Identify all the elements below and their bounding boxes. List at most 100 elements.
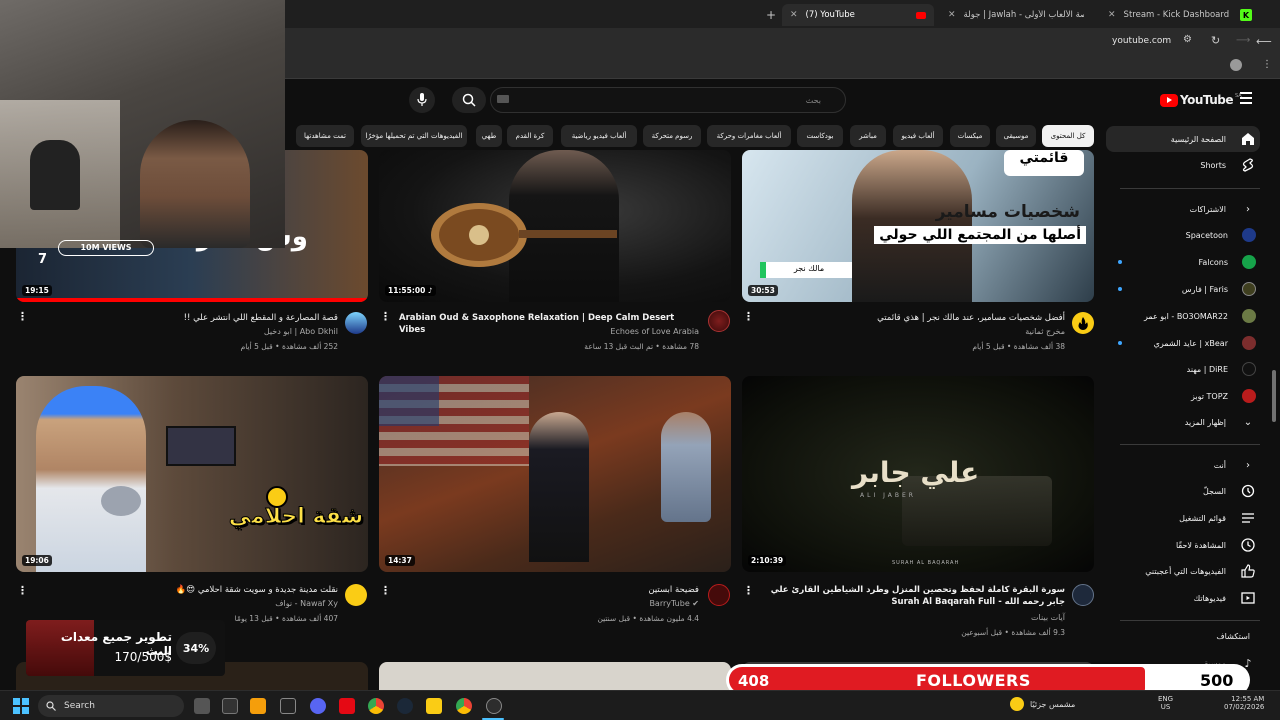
sidebar-item-playlists[interactable]: قوائم التشغيل: [1112, 505, 1256, 531]
keyboard-icon[interactable]: [497, 95, 509, 103]
video-thumbnail[interactable]: [379, 662, 731, 690]
epic-games-icon[interactable]: [280, 698, 296, 714]
search-input[interactable]: بحث: [490, 87, 846, 113]
file-explorer-icon[interactable]: [426, 698, 442, 714]
tab-kick-dashboard[interactable]: ✕ Stream - Kick Dashboard K: [1100, 4, 1260, 26]
channel-name[interactable]: ابو دخيل | Abo Dkhil: [36, 327, 338, 336]
app-icon[interactable]: [250, 698, 266, 714]
more-options-icon[interactable]: ⋮: [743, 584, 754, 597]
sidebar-sub-topz[interactable]: توبز TOPZ: [1112, 383, 1256, 409]
chip-podcasts[interactable]: بودكاست: [797, 125, 843, 147]
task-view-icon[interactable]: [194, 698, 210, 714]
channel-name[interactable]: آيات بينات: [760, 613, 1065, 622]
channel-avatar[interactable]: [1072, 584, 1094, 606]
globe-icon[interactable]: [1230, 59, 1242, 71]
channel-name[interactable]: نواف - Nawaf Xy: [36, 599, 338, 608]
tab-jawlah[interactable]: ✕ جولة | Jawlah - منصة الألعاب الأولى: [940, 4, 1095, 26]
forward-arrow-icon[interactable]: ⟶: [1236, 35, 1250, 46]
sidebar-sub-dire[interactable]: مهند | DiRE: [1112, 356, 1256, 382]
sidebar-sub-bo3omar[interactable]: ابو عمر - BO3OMAR22: [1112, 303, 1256, 329]
chip-live[interactable]: مباشر: [850, 125, 886, 147]
sidebar-sub-falcons[interactable]: Falcons: [1112, 249, 1256, 275]
chip-cooking[interactable]: طهي: [476, 125, 502, 147]
steam-icon[interactable]: [397, 698, 413, 714]
channel-avatar[interactable]: [345, 312, 367, 334]
channel-name[interactable]: Echoes of Love Arabia: [399, 327, 699, 336]
sidebar-item-home[interactable]: الصفحة الرئيسية: [1106, 126, 1260, 152]
netflix-icon[interactable]: [339, 698, 355, 714]
more-options-icon[interactable]: ⋮: [380, 584, 391, 597]
sidebar-sub-xbear[interactable]: عايد الشمري | xBear: [1112, 330, 1256, 356]
more-options-icon[interactable]: ⋮: [380, 310, 391, 323]
search-icon: [462, 93, 476, 107]
sidebar-sub-spacetoon[interactable]: Spacetoon: [1112, 222, 1256, 248]
search-button[interactable]: [452, 87, 486, 113]
show-more-button[interactable]: إظهار المزيد ⌄: [1112, 409, 1256, 435]
youtube-logo[interactable]: YouTube SA: [1160, 93, 1242, 107]
sidebar-item-watch-later[interactable]: المشاهدة لاحقًا: [1112, 532, 1256, 558]
close-tab-icon[interactable]: ✕: [1108, 10, 1116, 20]
subscriptions-header[interactable]: الاشتراكات ›: [1112, 196, 1256, 222]
video-title[interactable]: أفضل شخصيات مسامير، عند مالك نجر | هذي ق…: [760, 312, 1065, 324]
sidebar-item-your-videos[interactable]: فيديوهاتك: [1112, 585, 1256, 611]
sidebar-sub-faris[interactable]: فارس | Faris: [1112, 276, 1256, 302]
taskbar-search[interactable]: Search: [38, 695, 184, 717]
chrome-icon[interactable]: [456, 698, 472, 714]
more-options-icon[interactable]: ⋮: [17, 310, 28, 323]
video-title[interactable]: سورة البقرة كاملة لحفظ وتحصين المنزل وطر…: [760, 584, 1065, 608]
avatar: [1242, 282, 1256, 296]
video-title[interactable]: قصة المصارعة و المقطع اللي انتشر علي !!: [36, 312, 338, 324]
video-title[interactable]: نقلت مدينة جديدة و سويت شقة احلامي 😍🔥: [36, 584, 338, 596]
sidebar-item-liked-videos[interactable]: الفيديوهات التي أعجبتني: [1112, 558, 1256, 584]
video-thumbnail[interactable]: 14:37: [379, 376, 731, 572]
more-options-icon[interactable]: ⋮: [743, 310, 754, 323]
app-icon[interactable]: [222, 698, 238, 714]
reload-icon[interactable]: ↻: [1211, 34, 1220, 47]
chip-mixes[interactable]: ميكسات: [950, 125, 990, 147]
chip-music[interactable]: موسيقى: [996, 125, 1036, 147]
sidebar-item-shorts[interactable]: Shorts: [1112, 152, 1256, 178]
chip-recently-uploaded[interactable]: الفيديوهات التي تم تحميلها مؤخرًا: [361, 125, 467, 147]
chip-watched[interactable]: تمت مشاهدتها: [296, 125, 354, 147]
chip-video-games[interactable]: ألعاب فيديو: [893, 125, 943, 147]
windows-start-icon[interactable]: [13, 698, 29, 714]
more-options-icon[interactable]: ⋮: [17, 584, 28, 597]
voice-search-button[interactable]: [409, 87, 435, 113]
chip-football[interactable]: كرة القدم: [507, 125, 553, 147]
sidebar-item-history[interactable]: السجلّ: [1112, 478, 1256, 504]
video-thumbnail[interactable]: قائمتي شخصيات مسامير أصلها من المجتمع ال…: [742, 150, 1094, 302]
chip-sports-games[interactable]: ألعاب فيديو رياضية: [561, 125, 637, 147]
sidebar-item-label: عايد الشمري | xBear: [1153, 338, 1228, 348]
sidebar-item-label: ابو عمر - BO3OMAR22: [1143, 311, 1228, 321]
weather-icon[interactable]: [1010, 697, 1024, 711]
clock[interactable]: 12:55 AM 07/02/2026: [1224, 695, 1264, 711]
chip-action-adventure[interactable]: ألعاب مغامرات وحركة: [707, 125, 791, 147]
weather-text[interactable]: مشمس جزئيًا: [1030, 700, 1075, 709]
channel-avatar[interactable]: [708, 584, 730, 606]
close-tab-icon[interactable]: ✕: [948, 10, 956, 20]
video-thumbnail[interactable]: 11:55:00 ♪: [379, 150, 731, 302]
video-thumbnail[interactable]: شقة احلامي 19:06: [16, 376, 368, 572]
channel-name[interactable]: مخرج ثمانية: [760, 327, 1065, 336]
channel-avatar[interactable]: [345, 584, 367, 606]
you-header[interactable]: أنت ›: [1112, 452, 1256, 478]
chip-all[interactable]: كل المحتوى: [1042, 125, 1094, 147]
video-thumbnail[interactable]: علي جابر ALI JABER SURAH AL BAQARAH 2:10…: [742, 376, 1094, 572]
video-title[interactable]: فضيحة ابستين: [399, 584, 699, 596]
chrome-icon[interactable]: [368, 698, 384, 714]
channel-name[interactable]: BarryTube ✔: [399, 599, 699, 608]
chip-animation[interactable]: رسوم متحركة: [643, 125, 701, 147]
channel-avatar[interactable]: [1072, 312, 1094, 334]
obs-icon[interactable]: [486, 698, 502, 714]
tab-youtube[interactable]: ✕ (7) YouTube: [782, 4, 934, 26]
discord-icon[interactable]: [310, 698, 326, 714]
language-indicator[interactable]: ENG US: [1158, 695, 1173, 711]
channel-avatar[interactable]: [708, 310, 730, 332]
menu-dots-icon[interactable]: ⋮: [1262, 59, 1272, 70]
url-text[interactable]: youtube.com: [1112, 36, 1171, 46]
sidebar-scrollbar[interactable]: [1272, 370, 1276, 422]
close-tab-icon[interactable]: ✕: [790, 10, 798, 20]
back-arrow-icon[interactable]: ⟵: [1256, 35, 1272, 48]
site-settings-icon[interactable]: ⚙: [1183, 34, 1192, 45]
new-tab-button[interactable]: +: [758, 4, 778, 26]
